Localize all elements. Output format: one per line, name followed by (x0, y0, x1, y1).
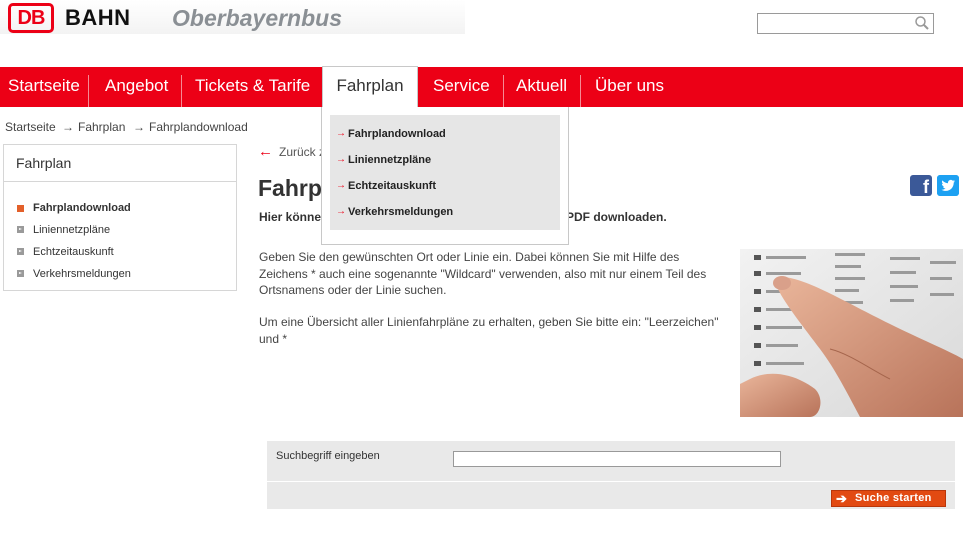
page-title: Fahrp (258, 175, 322, 201)
dropdown-item-liniennetzplaene[interactable]: Liniennetzpläne (348, 154, 431, 166)
sidebar-item-fahrplandownload[interactable]: Fahrplandownload (33, 202, 131, 214)
back-link[interactable]: Zurück z (279, 145, 325, 159)
twitter-icon[interactable] (937, 175, 959, 196)
sidebar-item-liniennetzplaene[interactable]: Liniennetzpläne (33, 224, 110, 236)
arrow-right-icon: → (336, 206, 346, 217)
search-term-label: Suchbegriff eingeben (276, 450, 380, 462)
breadcrumb-arrow-icon: → (62, 120, 74, 134)
db-logo[interactable]: DB (8, 3, 54, 33)
sidebar-item-verkehrsmeldungen[interactable]: Verkehrsmeldungen (33, 268, 131, 280)
arrow-right-icon: ➔ (836, 491, 848, 506)
nav-item-startseite[interactable]: Startseite (8, 67, 80, 107)
nav-separator (88, 75, 89, 107)
search-icon[interactable] (914, 15, 930, 31)
bullet-arrow-icon (17, 270, 24, 277)
bullet-arrow-icon (17, 226, 24, 233)
bullet-square-icon (17, 205, 24, 212)
intro-text-start: Hier könne (259, 210, 322, 224)
nav-separator (580, 75, 581, 107)
nav-item-fahrplan-label: Fahrplan (336, 76, 404, 95)
sidebar-item-echtzeitauskunft[interactable]: Echtzeitauskunft (33, 246, 114, 258)
search-form-divider (267, 481, 955, 482)
instructions-paragraph: Geben Sie den gewünschten Ort oder Linie… (259, 250, 707, 297)
sidebar-title: Fahrplan (16, 155, 72, 171)
search-term-input[interactable] (453, 451, 781, 467)
bahn-wordmark: BAHN (65, 5, 131, 30)
brand-name: Oberbayernbus (172, 5, 342, 31)
main-nav: Startseite Angebot Tickets & Tarife Fahr… (0, 66, 963, 109)
back-arrow-icon[interactable]: ← (258, 143, 273, 160)
sidebar-divider (4, 181, 236, 182)
breadcrumb-current: Fahrplandownload (149, 120, 248, 134)
site-search-input[interactable] (757, 13, 934, 34)
nav-item-ueber-uns[interactable]: Über uns (595, 67, 664, 107)
breadcrumb-fahrplan[interactable]: Fahrplan (78, 120, 125, 134)
timetable-photo (740, 249, 963, 417)
bullet-arrow-icon (17, 248, 24, 255)
dropdown-item-echtzeitauskunft[interactable]: Echtzeitauskunft (348, 180, 436, 192)
breadcrumb-arrow-icon: → (133, 120, 145, 134)
nav-item-angebot[interactable]: Angebot (105, 67, 168, 107)
facebook-icon[interactable]: f (910, 175, 932, 197)
arrow-right-icon: → (336, 180, 346, 191)
nav-separator (503, 75, 504, 107)
breadcrumb-startseite[interactable]: Startseite (5, 120, 56, 134)
nav-item-fahrplan[interactable]: Fahrplan (322, 66, 418, 109)
nav-item-tickets-tarife[interactable]: Tickets & Tarife (195, 67, 310, 107)
arrow-right-icon: → (336, 128, 346, 139)
search-submit-label: Suche starten (855, 492, 932, 504)
arrow-right-icon: → (336, 154, 346, 165)
nav-separator (181, 75, 182, 107)
intro-text-end: PDF downloaden. (566, 210, 667, 224)
search-submit-button[interactable]: ➔ Suche starten (831, 490, 946, 507)
dropdown-item-fahrplandownload[interactable]: Fahrplandownload (348, 128, 446, 140)
dropdown-item-verkehrsmeldungen[interactable]: Verkehrsmeldungen (348, 206, 453, 218)
overview-paragraph: Um eine Übersicht aller Linienfahrpläne … (259, 315, 719, 346)
nav-item-aktuell[interactable]: Aktuell (516, 67, 567, 107)
nav-item-service[interactable]: Service (433, 67, 490, 107)
